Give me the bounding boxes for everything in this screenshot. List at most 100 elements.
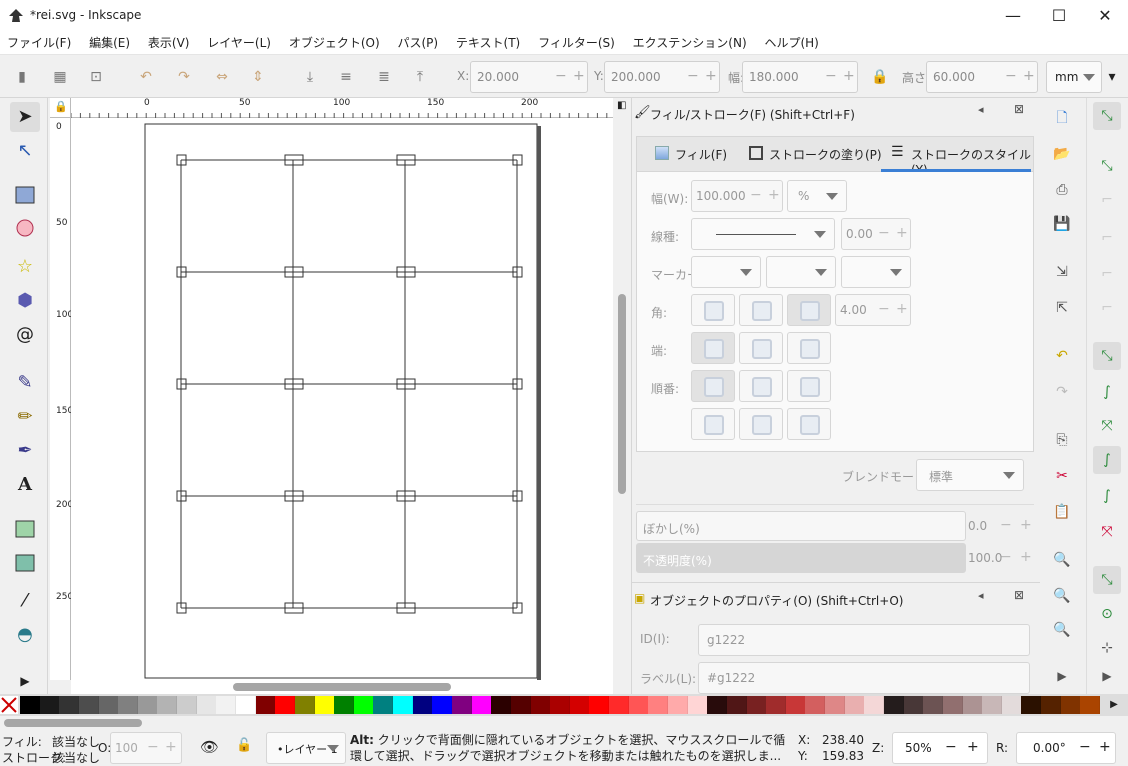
raise-icon[interactable]: ≣ bbox=[372, 65, 396, 89]
color-swatch[interactable] bbox=[1080, 696, 1101, 714]
x-decrement[interactable]: − bbox=[555, 68, 567, 84]
dash-offset-increment[interactable]: + bbox=[896, 225, 908, 241]
opacity-status-increment[interactable]: + bbox=[165, 739, 177, 755]
palette-scrollbar[interactable] bbox=[0, 716, 1128, 730]
height-decrement[interactable]: − bbox=[1005, 68, 1017, 84]
palette-scroll-thumb[interactable] bbox=[4, 719, 142, 727]
zoom-decrement[interactable]: − bbox=[945, 739, 957, 755]
color-swatch[interactable] bbox=[530, 696, 551, 714]
circle-tool-icon[interactable] bbox=[10, 218, 40, 248]
color-swatch[interactable] bbox=[726, 696, 747, 714]
color-swatch[interactable] bbox=[569, 696, 590, 714]
commands-expand-icon[interactable]: ▶ bbox=[1048, 662, 1076, 690]
pencil-tool-icon[interactable]: ✏ bbox=[10, 402, 40, 432]
paint-bucket-tool-icon[interactable]: ◓ bbox=[10, 620, 40, 650]
snap-rotation-center-icon[interactable]: ⊹ bbox=[1093, 634, 1121, 662]
color-swatch[interactable] bbox=[903, 696, 924, 714]
y-increment[interactable]: + bbox=[705, 68, 717, 84]
color-swatch[interactable] bbox=[668, 696, 688, 714]
opacity-status-decrement[interactable]: − bbox=[147, 739, 159, 755]
id-field[interactable]: g1222 bbox=[698, 624, 1030, 656]
color-swatch[interactable] bbox=[98, 696, 119, 714]
flip-horizontal-icon[interactable]: ⇔ bbox=[210, 65, 234, 89]
export-icon[interactable]: ⇱ bbox=[1048, 294, 1076, 322]
color-swatch[interactable] bbox=[59, 696, 80, 714]
snap-midpoint-icon[interactable]: ⤧ bbox=[1093, 518, 1121, 546]
menu-layer[interactable]: レイヤー(L) bbox=[200, 31, 278, 55]
palette-menu-icon[interactable]: ▶ bbox=[1104, 696, 1124, 714]
blur-increment[interactable]: + bbox=[1020, 517, 1032, 533]
lower-bottom-icon[interactable]: ⤓ bbox=[298, 65, 322, 89]
height-spinbox[interactable]: 60.000 − + bbox=[926, 61, 1038, 93]
horizontal-scroll-thumb[interactable] bbox=[233, 683, 451, 691]
cap-square-button[interactable] bbox=[787, 332, 831, 364]
minimize-button[interactable]: — bbox=[990, 0, 1036, 31]
menu-view[interactable]: 表示(V) bbox=[141, 31, 197, 55]
menu-file[interactable]: ファイル(F) bbox=[0, 31, 78, 55]
menu-help[interactable]: ヘルプ(H) bbox=[757, 31, 825, 55]
color-swatch[interactable] bbox=[236, 696, 256, 714]
snap-smooth-icon[interactable]: ∫ bbox=[1093, 482, 1121, 510]
color-swatch[interactable] bbox=[20, 696, 40, 714]
color-swatch[interactable] bbox=[137, 696, 158, 714]
color-swatch[interactable] bbox=[844, 696, 865, 714]
color-swatch[interactable] bbox=[609, 696, 630, 714]
tab-stroke-paint[interactable]: ストロークの塗り(P) bbox=[769, 146, 882, 163]
menu-extensions[interactable]: エクステンション(N) bbox=[626, 31, 754, 55]
color-swatch[interactable] bbox=[648, 696, 669, 714]
stroke-width-value[interactable]: 100.000 bbox=[696, 189, 746, 203]
spiral-tool-icon[interactable]: @ bbox=[10, 320, 40, 350]
snap-bbox-corner-icon[interactable]: ⌐ bbox=[1093, 224, 1121, 252]
menu-path[interactable]: パス(P) bbox=[390, 31, 445, 55]
rotate-ccw-icon[interactable]: ↶ bbox=[134, 65, 158, 89]
snap-intersection-icon[interactable]: ⤧ bbox=[1093, 412, 1121, 440]
gradient-tool-icon[interactable] bbox=[10, 518, 40, 548]
fill-status-value[interactable]: 該当なし bbox=[52, 733, 100, 750]
miter-limit-value[interactable]: 4.00 bbox=[840, 303, 867, 317]
snap-nodes-icon[interactable]: ⤡ bbox=[1093, 342, 1121, 370]
opacity-decrement[interactable]: − bbox=[1000, 549, 1012, 565]
color-swatch[interactable] bbox=[884, 696, 904, 714]
undo-icon[interactable]: ↶ bbox=[1048, 342, 1076, 370]
color-swatch[interactable] bbox=[216, 696, 237, 714]
height-increment[interactable]: + bbox=[1023, 68, 1035, 84]
color-swatch[interactable] bbox=[864, 696, 885, 714]
color-swatch[interactable] bbox=[314, 696, 335, 714]
cut-icon[interactable]: ✂ bbox=[1048, 462, 1076, 490]
snap-expand-icon[interactable]: ▶ bbox=[1093, 662, 1121, 690]
height-value[interactable]: 60.000 bbox=[933, 70, 975, 84]
rotation-field[interactable]: 0.00° − + bbox=[1016, 732, 1116, 764]
zoom-page-icon[interactable]: 🔍 bbox=[1048, 616, 1076, 644]
snap-bbox-center-icon[interactable]: ⌐ bbox=[1093, 294, 1121, 322]
zoom-increment[interactable]: + bbox=[967, 739, 979, 755]
no-paint-swatch[interactable] bbox=[0, 696, 18, 714]
layer-lock-icon[interactable]: 🔓 bbox=[236, 738, 252, 753]
snap-cusp-icon[interactable]: ∫ bbox=[1093, 446, 1121, 474]
horizontal-scrollbar[interactable] bbox=[71, 680, 613, 694]
label-value[interactable]: #g1222 bbox=[707, 671, 755, 685]
order-button-3[interactable] bbox=[787, 370, 831, 402]
y-decrement[interactable]: − bbox=[687, 68, 699, 84]
import-icon[interactable]: ⇲ bbox=[1048, 258, 1076, 286]
color-swatch[interactable] bbox=[393, 696, 414, 714]
color-swatch[interactable] bbox=[177, 696, 198, 714]
x-increment[interactable]: + bbox=[573, 68, 585, 84]
color-swatch[interactable] bbox=[373, 696, 394, 714]
snap-center-icon[interactable]: ⊙ bbox=[1093, 600, 1121, 628]
dash-offset-decrement[interactable]: − bbox=[878, 225, 890, 241]
color-swatch[interactable] bbox=[550, 696, 571, 714]
width-value[interactable]: 180.000 bbox=[749, 70, 799, 84]
color-swatch[interactable] bbox=[942, 696, 963, 714]
dock-collapse-icon[interactable]: ◂ bbox=[978, 103, 984, 116]
blur-decrement[interactable]: − bbox=[1000, 517, 1012, 533]
cap-round-button[interactable] bbox=[739, 332, 783, 364]
star-tool-icon[interactable]: ☆ bbox=[10, 252, 40, 282]
toolbox-expand-icon[interactable]: ▶ bbox=[10, 666, 40, 696]
zoom-selection-icon[interactable]: 🔍 bbox=[1048, 546, 1076, 574]
redo-icon[interactable]: ↷ bbox=[1048, 378, 1076, 406]
mesh-tool-icon[interactable] bbox=[10, 552, 40, 582]
opacity-status-value[interactable]: 100 bbox=[115, 741, 138, 755]
dock-close-icon[interactable]: ⊠ bbox=[1014, 102, 1024, 116]
join-miter-button[interactable] bbox=[787, 294, 831, 326]
cap-butt-button[interactable] bbox=[691, 332, 735, 364]
